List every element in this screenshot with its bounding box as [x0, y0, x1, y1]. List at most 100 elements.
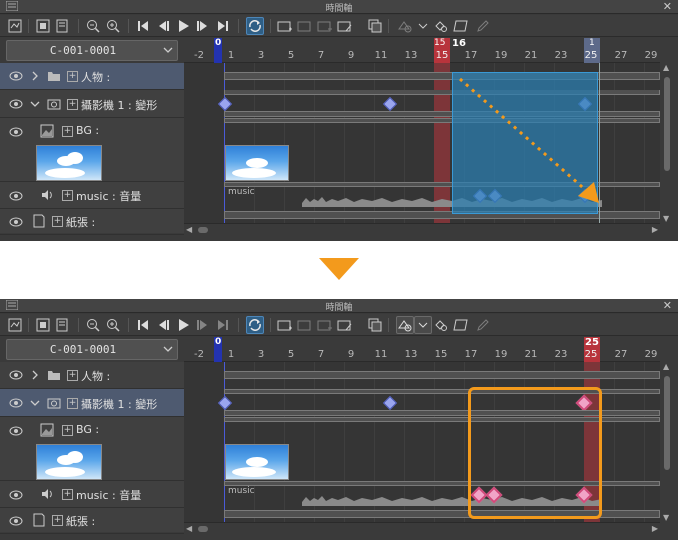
delete-cel-icon[interactable] — [316, 316, 334, 334]
keyframe-dropdown-icon[interactable] — [414, 17, 432, 35]
plus-icon[interactable]: + — [62, 489, 73, 500]
track-people[interactable] — [184, 362, 660, 389]
eye-icon[interactable] — [9, 370, 23, 380]
layer-row-bg[interactable]: + BG : — [0, 417, 184, 481]
close-icon[interactable]: ✕ — [663, 0, 672, 13]
close-icon[interactable]: ✕ — [663, 299, 672, 312]
frame-ruler[interactable]: 0 -2 1 3 5 7 9 11 13 15 17 19 21 23 25 2… — [184, 337, 660, 362]
specify-cels-icon[interactable] — [296, 316, 314, 334]
delete-cel-icon[interactable] — [316, 17, 334, 35]
eye-icon[interactable] — [9, 398, 23, 408]
layer-row-camera[interactable]: + 攝影機 1 : 變形 — [0, 90, 184, 118]
frame-ruler[interactable]: 0 -2 1 3 5 7 9 11 13 15 15 16 17 19 21 2… — [184, 38, 660, 63]
keyframe[interactable] — [382, 96, 398, 112]
keyframe-mode-icon[interactable] — [396, 17, 414, 35]
eye-icon[interactable] — [9, 217, 23, 227]
new-timeline-icon[interactable] — [6, 17, 24, 35]
keyframe-mode-icon[interactable] — [396, 316, 414, 334]
keyframe[interactable] — [217, 96, 233, 112]
play-icon[interactable] — [174, 316, 192, 334]
layer-row-paper[interactable]: + 紙張 : — [0, 209, 184, 235]
layer-row-bg[interactable]: + BG : — [0, 118, 184, 182]
track-area[interactable]: music — [184, 63, 660, 223]
new-timeline-icon[interactable] — [6, 316, 24, 334]
loop-icon[interactable] — [246, 316, 264, 334]
first-frame-icon[interactable] — [134, 316, 152, 334]
eye-icon[interactable] — [9, 191, 23, 201]
scroll-thumb[interactable] — [664, 77, 670, 171]
layer-row-music[interactable]: + music : 音量 — [0, 182, 184, 209]
light-table-icon[interactable] — [452, 17, 470, 35]
plus-icon[interactable]: + — [67, 370, 78, 381]
last-frame-icon[interactable] — [214, 17, 232, 35]
keyframe[interactable] — [217, 395, 233, 411]
eye-icon[interactable] — [9, 99, 23, 109]
eye-icon[interactable] — [9, 426, 23, 436]
frame-edit-icon[interactable] — [336, 316, 354, 334]
edit-icon[interactable] — [474, 316, 492, 334]
layer-row-camera[interactable]: + 攝影機 1 : 變形 — [0, 389, 184, 417]
edit-icon[interactable] — [474, 17, 492, 35]
light-table-icon[interactable] — [452, 316, 470, 334]
layer-row-people[interactable]: + 人物 : — [0, 362, 184, 389]
eye-icon[interactable] — [9, 490, 23, 500]
clip-thumbnail[interactable] — [225, 145, 289, 181]
timeline-selector[interactable]: C-001-0001 — [6, 40, 178, 61]
onion-skin-icon[interactable] — [366, 316, 384, 334]
prev-frame-icon[interactable] — [154, 17, 172, 35]
zoom-in-icon[interactable] — [104, 316, 122, 334]
timeline-edit-icon[interactable] — [54, 316, 72, 334]
play-icon[interactable] — [174, 17, 192, 35]
plus-icon[interactable]: + — [62, 425, 73, 436]
plus-icon[interactable]: + — [62, 190, 73, 201]
keyframe-add-icon[interactable] — [432, 17, 450, 35]
prev-frame-icon[interactable] — [154, 316, 172, 334]
timeline-settings-icon[interactable] — [34, 17, 52, 35]
chevron-down-icon[interactable] — [30, 398, 40, 408]
zoom-out-icon[interactable] — [84, 17, 102, 35]
zoom-out-icon[interactable] — [84, 316, 102, 334]
specify-cels-icon[interactable] — [296, 17, 314, 35]
loop-icon[interactable] — [246, 17, 264, 35]
zoom-in-icon[interactable] — [104, 17, 122, 35]
plus-icon[interactable]: + — [52, 216, 63, 227]
keyframe[interactable] — [382, 395, 398, 411]
plus-icon[interactable]: + — [52, 515, 63, 526]
keyframe-dropdown-icon[interactable] — [414, 316, 432, 334]
plus-icon[interactable]: + — [67, 99, 78, 110]
last-frame-icon[interactable] — [214, 316, 232, 334]
plus-icon[interactable]: + — [62, 126, 73, 137]
next-frame-icon[interactable] — [194, 17, 212, 35]
scroll-thumb[interactable] — [664, 376, 670, 470]
next-frame-icon[interactable] — [194, 316, 212, 334]
new-animation-folder-icon[interactable] — [276, 17, 294, 35]
first-frame-icon[interactable] — [134, 17, 152, 35]
horizontal-scrollbar[interactable]: ◀ ▶ — [184, 522, 660, 534]
vertical-scrollbar[interactable]: ▲ ▼ — [660, 63, 674, 223]
vertical-scrollbar[interactable]: ▲ ▼ — [660, 362, 674, 522]
timeline-edit-icon[interactable] — [54, 17, 72, 35]
keyframe-add-icon[interactable] — [432, 316, 450, 334]
timeline-selector[interactable]: C-001-0001 — [6, 339, 178, 360]
layer-row-paper[interactable]: + 紙張 : — [0, 508, 184, 534]
chevron-right-icon[interactable] — [30, 71, 40, 81]
onion-skin-icon[interactable] — [366, 17, 384, 35]
track-area[interactable]: music — [184, 362, 660, 522]
new-animation-folder-icon[interactable] — [276, 316, 294, 334]
timeline-settings-icon[interactable] — [34, 316, 52, 334]
scroll-thumb[interactable] — [198, 227, 208, 233]
eye-icon[interactable] — [9, 127, 23, 137]
layer-row-people[interactable]: + 人物 : — [0, 63, 184, 90]
layer-row-music[interactable]: + music : 音量 — [0, 481, 184, 508]
frame-edit-icon[interactable] — [336, 17, 354, 35]
track-bar[interactable] — [224, 371, 660, 379]
clip-thumbnail[interactable] — [225, 444, 289, 480]
scroll-thumb[interactable] — [198, 526, 208, 532]
horizontal-scrollbar[interactable]: ◀ ▶ — [184, 223, 660, 235]
plus-icon[interactable]: + — [67, 71, 78, 82]
chevron-right-icon[interactable] — [30, 370, 40, 380]
eye-icon[interactable] — [9, 516, 23, 526]
chevron-down-icon[interactable] — [30, 99, 40, 109]
eye-icon[interactable] — [9, 71, 23, 81]
plus-icon[interactable]: + — [67, 398, 78, 409]
